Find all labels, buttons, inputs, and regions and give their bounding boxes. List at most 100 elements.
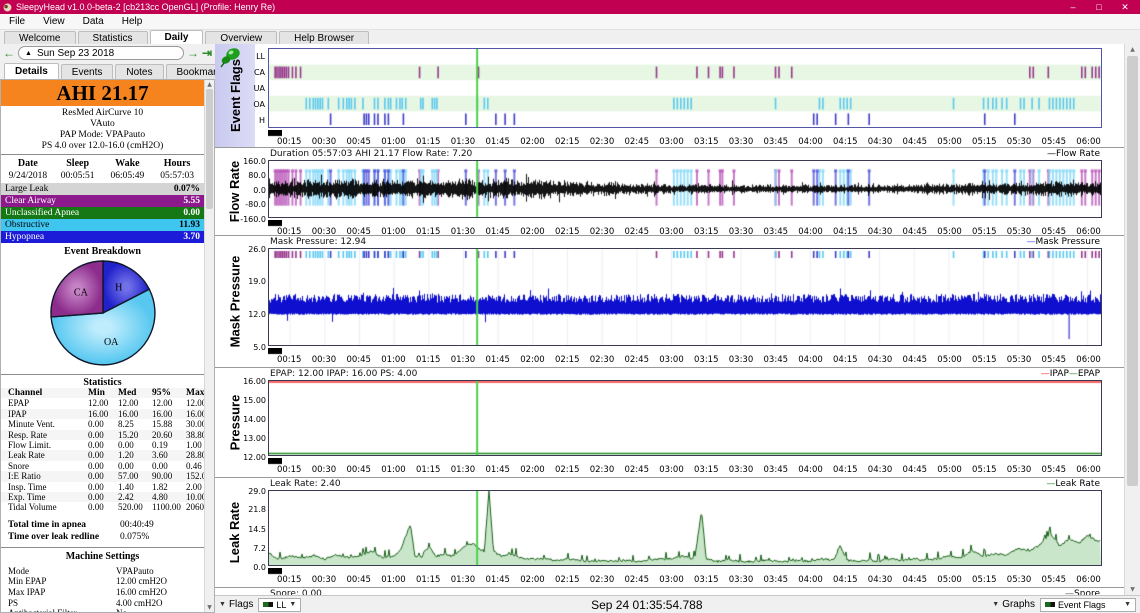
event-row-label: Clear Airway [5,195,56,207]
pushpin-icon[interactable] [218,46,244,68]
sleepyhead-window: SleepyHead v1.0.0-beta-2 [cb213cc OpenGL… [0,0,1140,613]
tab-welcome[interactable]: Welcome [4,31,76,44]
stat-cell: 16.00 [88,409,118,419]
stat-cell: 15.88 [152,419,186,429]
x-tick-label: 02:15 [555,137,580,147]
flags-collapse-icon[interactable]: ▼ [219,601,226,608]
plot-area-mask-pressure[interactable] [268,248,1102,346]
x-tick-label: 00:30 [312,355,337,365]
event-row-value: 5.55 [183,195,200,207]
graph-panel-leak-rate[interactable]: Leak RateLeak Rate: 2.40—Leak Rate29.021… [215,478,1124,588]
stat-cell: 12.00 [88,398,118,408]
stat-cell: 20.60 [152,430,186,440]
stat-cell: 0.00 [118,440,152,450]
scroll-up-icon[interactable]: ▲ [1125,46,1140,53]
title-bar: SleepyHead v1.0.0-beta-2 [cb213cc OpenGL… [0,0,1140,14]
calendar-collapse-icon[interactable]: ▲ [25,50,32,57]
stat-cell: Exp. Time [8,492,88,502]
x-tick-label: 01:45 [485,355,510,365]
x-tick-label: 05:45 [1042,355,1067,365]
graphs-scrollbar[interactable]: ▲ ▼ [1124,44,1140,595]
menu-item-data[interactable]: Data [74,16,113,27]
machine-setting-row: Min EPAP12.00 cmH2O [1,576,204,587]
stat-cell: 1.82 [152,482,186,492]
close-button[interactable]: ✕ [1112,2,1138,13]
next-day-button[interactable]: → [187,47,199,59]
scroll-down-icon[interactable]: ▼ [1125,586,1140,593]
stat-cell: 12.00 [186,398,204,408]
x-tick-label: 04:00 [798,575,823,585]
graphs-collapse-icon[interactable]: ▼ [992,601,999,608]
sidebar-tab-details[interactable]: Details [4,63,59,79]
sidebar-tab-events[interactable]: Events [61,64,114,79]
scrollbar-thumb[interactable] [1127,56,1138,486]
machine-setting-row: PS4.00 cmH2O [1,598,204,609]
total-value: 00:40:49 [120,519,204,531]
latest-day-button[interactable]: ⇥ [202,47,212,59]
graph-panel-pressure[interactable]: PressureEPAP: 12.00 IPAP: 16.00 PS: 4.00… [215,368,1124,478]
stat-cell: 2060.00 [186,502,204,512]
menu-item-help[interactable]: Help [113,16,152,27]
tab-help-browser[interactable]: Help Browser [279,31,369,44]
tab-overview[interactable]: Overview [205,31,277,44]
graph-panel-mask-pressure[interactable]: Mask PressureMask Pressure: 12.94—Mask P… [215,236,1124,368]
menu-bar: FileViewDataHelp [0,14,1140,30]
session-col-header: Hours [152,158,202,170]
sidebar-tab-notes[interactable]: Notes [115,64,163,79]
stat-cell: 0.00 [88,502,118,512]
x-tick-label: 04:15 [833,137,858,147]
x-tick-label: 02:15 [555,355,580,365]
maximize-button[interactable]: □ [1086,2,1112,12]
x-tick-label: 02:45 [624,355,649,365]
stat-cell: Flow Limit. [8,440,88,450]
x-tick-label: 03:00 [659,575,684,585]
x-tick-label: 02:15 [555,465,580,475]
setting-value: 16.00 cmH2O [116,587,204,598]
session-value: 00:05:51 [53,170,103,182]
graphs-dropdown[interactable]: Event Flags ▼ [1040,598,1136,612]
menu-item-file[interactable]: File [0,16,34,27]
tab-daily[interactable]: Daily [150,30,204,44]
x-tick-label: 06:00 [1076,137,1101,147]
y-tick-label: 16.00 [243,377,266,386]
y-axis-labels: 160.080.00.0-80.0-160.0 [245,148,268,235]
session-value: 9/24/2018 [3,170,53,182]
plot-area-flow-rate[interactable] [268,160,1102,218]
date-picker[interactable]: ▲ Sun Sep 23 2018 [18,46,184,60]
minimize-button[interactable]: – [1060,2,1086,12]
x-tick-label: 05:30 [1007,465,1032,475]
stat-cell: 2.00 [186,482,204,492]
x-tick-label: 00:45 [346,575,371,585]
x-tick-label: 03:45 [764,137,789,147]
main-tab-bar: WelcomeStatisticsDailyOverviewHelp Brows… [0,30,1140,44]
plot-area-pressure[interactable] [268,380,1102,456]
menu-item-view[interactable]: View [34,16,74,27]
scroll-down-icon[interactable]: ▼ [205,604,214,611]
y-tick-label: -160.0 [240,215,266,224]
event-row-label-ca: CA [254,68,265,77]
snore-graph-partial[interactable]: Snore: 0.00—Snore [215,588,1124,595]
x-tick-label: 03:15 [694,355,719,365]
session-col-header: Wake [103,158,153,170]
graph-panel-event-flags[interactable]: Event FlagsLLCAUAOAH00:1500:3000:4501:00… [215,44,1124,148]
plot-area-event-flags[interactable] [268,48,1102,128]
stat-cell: 12.00 [118,398,152,408]
flags-dropdown[interactable]: LL ▼ [258,598,301,612]
x-tick-label: 02:00 [520,575,545,585]
event-row: Unclassified Apnea0.00 [1,207,204,219]
statistics-table: ChannelMinMed95%MaxEPAP12.0012.0012.0012… [1,388,204,513]
tab-statistics[interactable]: Statistics [78,31,148,44]
y-tick-label: 15.00 [243,396,266,405]
plot-area-leak-rate[interactable] [268,490,1102,566]
x-tick-label: 01:00 [381,465,406,475]
x-tick-label: 04:45 [903,137,928,147]
pie-slice-label: CA [73,287,88,298]
graph-panel-flow-rate[interactable]: Flow RateDuration 05:57:03 AHI 21.17 Flo… [215,148,1124,236]
plot-canvas [269,49,1101,127]
scrollbar-thumb[interactable] [206,89,213,209]
x-tick-label: 01:45 [485,137,510,147]
event-row: Hypopnea3.70 [1,231,204,243]
x-tick-label: 04:30 [868,355,893,365]
prev-day-button[interactable]: ← [3,47,15,59]
date-navigator: ← ▲ Sun Sep 23 2018 → ⇥ [0,44,215,62]
